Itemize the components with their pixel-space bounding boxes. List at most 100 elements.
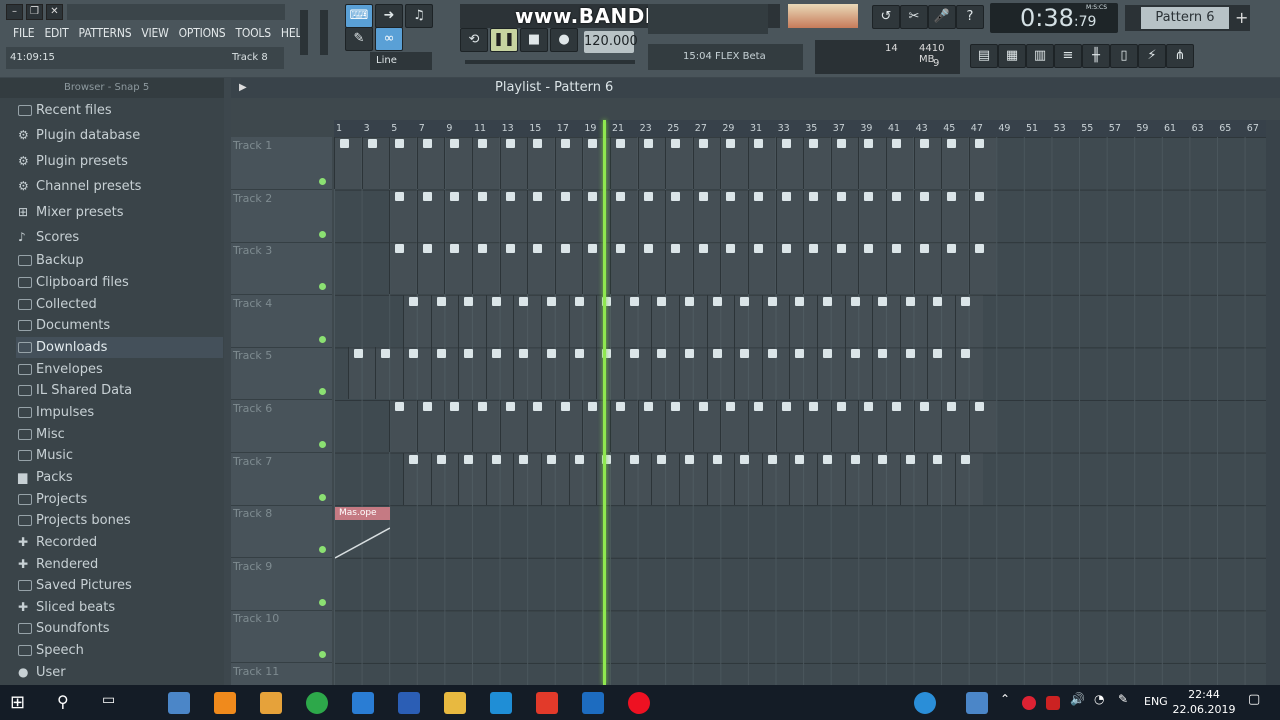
track-mute-led[interactable] xyxy=(319,388,326,396)
pattern-clip[interactable] xyxy=(775,137,804,189)
snap-select[interactable]: Line xyxy=(370,52,432,70)
pattern-clip[interactable] xyxy=(748,137,776,189)
browser-item[interactable]: Downloads xyxy=(16,337,223,358)
pattern-clip[interactable] xyxy=(817,294,845,347)
pattern-clip[interactable] xyxy=(886,242,914,295)
pattern-clip[interactable] xyxy=(430,452,459,505)
pattern-clip[interactable] xyxy=(527,137,555,189)
pattern-clip[interactable] xyxy=(499,400,528,452)
pattern-clip[interactable] xyxy=(416,242,445,295)
pattern-clip[interactable] xyxy=(389,137,417,189)
pattern-clip[interactable] xyxy=(389,242,417,295)
pattern-clip[interactable] xyxy=(334,137,362,189)
tray-fl-icon[interactable] xyxy=(966,692,988,714)
pattern-clip[interactable] xyxy=(485,294,514,347)
chevron-up-icon[interactable]: ⌃ xyxy=(1000,692,1022,714)
pattern-clip[interactable] xyxy=(761,452,790,505)
track-mute-led[interactable] xyxy=(319,230,326,238)
clock[interactable]: 22:44 22.06.2019 xyxy=(1172,687,1236,717)
pattern-clip[interactable] xyxy=(720,400,748,452)
pattern-clip[interactable] xyxy=(347,347,376,400)
pattern-clip[interactable] xyxy=(541,294,569,347)
pattern-clip[interactable] xyxy=(803,400,831,452)
pattern-clip[interactable] xyxy=(416,189,445,242)
antivirus-icon[interactable] xyxy=(1046,696,1060,710)
pattern-clip[interactable] xyxy=(775,242,804,295)
pattern-clip[interactable] xyxy=(637,242,666,295)
typing-keyboard-icon[interactable]: ⌨ xyxy=(345,4,373,28)
pattern-clip[interactable] xyxy=(706,347,735,400)
pattern-clip[interactable] xyxy=(941,189,969,242)
file-icon[interactable]: ▯ xyxy=(1110,44,1138,68)
pattern-clip[interactable] xyxy=(499,189,528,242)
pattern-clip[interactable] xyxy=(513,347,541,400)
pattern-clip[interactable] xyxy=(527,189,555,242)
pattern-clip[interactable] xyxy=(927,347,955,400)
browser-item[interactable]: ⚙ Plugin presets xyxy=(16,151,223,172)
chrome-icon[interactable] xyxy=(306,692,328,714)
pattern-clip[interactable] xyxy=(941,400,969,452)
browser-item[interactable]: ♪ Scores xyxy=(16,227,223,248)
pattern-clip[interactable] xyxy=(416,400,445,452)
pattern-clip[interactable] xyxy=(679,452,707,505)
tempo-display[interactable]: 120.000 xyxy=(584,31,638,53)
browser-item[interactable]: Documents xyxy=(16,315,223,336)
pattern-clip[interactable] xyxy=(554,400,583,452)
pattern-clip[interactable] xyxy=(403,347,431,400)
pattern-clip[interactable] xyxy=(858,242,886,295)
pattern-clip[interactable] xyxy=(361,137,390,189)
pattern-clip[interactable] xyxy=(830,189,859,242)
pattern-clip[interactable] xyxy=(720,189,748,242)
track-header[interactable]: Track 5 xyxy=(231,347,332,401)
pattern-clip[interactable] xyxy=(775,400,804,452)
browser-item[interactable]: Music xyxy=(16,445,223,466)
pattern-clip[interactable] xyxy=(913,242,942,295)
pattern-clip[interactable] xyxy=(375,347,403,400)
pattern-clip[interactable] xyxy=(430,347,459,400)
add-pattern-icon[interactable]: + xyxy=(1235,8,1248,27)
pattern-clip[interactable] xyxy=(403,452,431,505)
browser-item[interactable]: Misc xyxy=(16,424,223,445)
pattern-clip[interactable] xyxy=(692,242,721,295)
pattern-clip[interactable] xyxy=(623,452,652,505)
pattern-clip[interactable] xyxy=(430,294,459,347)
cut-icon[interactable]: ✂ xyxy=(900,5,928,29)
browser-item[interactable]: IL Shared Data xyxy=(16,380,223,401)
tray-search-icon[interactable] xyxy=(914,692,936,714)
pattern-clip[interactable] xyxy=(458,347,486,400)
pattern-clip[interactable] xyxy=(485,452,514,505)
pattern-selector[interactable]: Pattern 6 + xyxy=(1125,5,1250,31)
browser-item[interactable]: ✚ Recorded xyxy=(16,532,223,553)
sliders-icon[interactable]: ╫ xyxy=(1082,44,1110,68)
pattern-clip[interactable] xyxy=(651,347,679,400)
vertical-scrollbar[interactable] xyxy=(1266,120,1280,685)
pattern-clip[interactable] xyxy=(748,242,776,295)
browser-item[interactable]: ✚ Rendered xyxy=(16,554,223,575)
pattern-clip[interactable] xyxy=(444,189,472,242)
pattern-clip[interactable] xyxy=(472,242,500,295)
playhead-line[interactable] xyxy=(603,120,606,685)
pattern-clip[interactable] xyxy=(692,137,721,189)
pattern-clip[interactable] xyxy=(968,137,997,189)
vlc-icon[interactable] xyxy=(214,692,236,714)
fl-studio-icon[interactable] xyxy=(168,692,190,714)
pattern-clip[interactable] xyxy=(665,189,693,242)
pattern-clip[interactable] xyxy=(554,242,583,295)
pattern-clip[interactable] xyxy=(941,242,969,295)
pattern-clip[interactable] xyxy=(665,400,693,452)
pattern-clip[interactable] xyxy=(706,294,735,347)
pen-icon[interactable]: ✎ xyxy=(1118,692,1140,714)
menu-file[interactable]: FILE xyxy=(8,22,39,44)
pattern-clip[interactable] xyxy=(748,189,776,242)
pattern-clip[interactable] xyxy=(927,294,955,347)
pattern-clip[interactable] xyxy=(651,452,679,505)
link-icon[interactable]: ∞ xyxy=(375,27,403,51)
pattern-clip[interactable] xyxy=(513,294,541,347)
help-icon[interactable]: ? xyxy=(956,5,984,29)
piano-roll-icon[interactable]: ▦ xyxy=(998,44,1026,68)
track-mute-led[interactable] xyxy=(319,651,326,659)
pattern-clip[interactable] xyxy=(458,294,486,347)
task-view-icon[interactable]: ▭ xyxy=(102,692,124,714)
browser-item[interactable]: ▆ Packs xyxy=(16,467,223,488)
pattern-clip[interactable] xyxy=(596,347,624,400)
